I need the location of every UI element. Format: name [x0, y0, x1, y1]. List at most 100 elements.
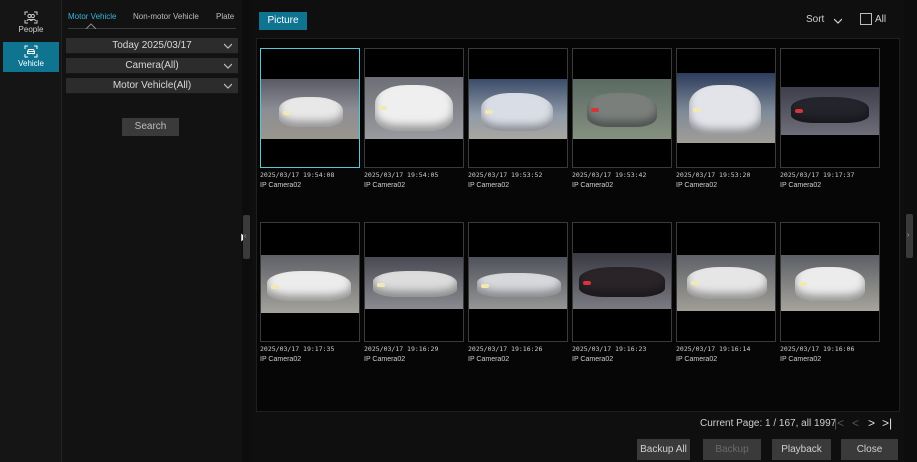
vehicle-snapshot[interactable] — [364, 48, 464, 168]
result-card[interactable]: 2025/03/17 19:17:35 IP Camera02 — [260, 222, 360, 363]
vehicle-snapshot[interactable] — [364, 222, 464, 342]
vehicle-shape — [477, 273, 561, 297]
result-card[interactable]: 2025/03/17 19:54:08 IP Camera02 — [260, 48, 360, 189]
vehicle-type-select[interactable]: Motor Vehicle(All) — [66, 78, 238, 94]
capture-time: 2025/03/17 19:53:20 — [676, 171, 751, 179]
camera-name: IP Camera02 — [572, 182, 614, 189]
capture-time: 2025/03/17 19:17:35 — [260, 345, 335, 353]
result-grid: 2025/03/17 19:54:08 IP Camera02 2025/03/17… — [256, 38, 900, 412]
result-card[interactable]: 2025/03/17 19:16:23 IP Camera02 — [572, 222, 672, 363]
results-panel: Picture Sort All 2025/03/17 19:54:08 IP C… — [252, 0, 904, 462]
vehicle-photo — [781, 87, 879, 135]
result-card[interactable]: 2025/03/17 19:16:26 IP Camera02 — [468, 222, 568, 363]
camera-name: IP Camera02 — [780, 356, 822, 363]
tab-non-motor-vehicle[interactable]: Non-motor Vehicle — [133, 12, 199, 21]
result-card[interactable]: 2025/03/17 19:54:05 IP Camera02 — [364, 48, 464, 189]
playback-button[interactable]: Playback — [772, 439, 831, 460]
next-page-button[interactable]: > — [868, 416, 875, 430]
tab-plate[interactable]: Plate — [216, 12, 234, 21]
date-select-value: Today 2025/03/17 — [112, 40, 192, 51]
capture-time: 2025/03/17 19:16:06 — [780, 345, 855, 353]
result-card[interactable]: 2025/03/17 19:53:42 IP Camera02 — [572, 48, 672, 189]
camera-name: IP Camera02 — [260, 182, 302, 189]
vehicle-light — [795, 108, 803, 113]
chevron-right-icon: › — [907, 232, 910, 239]
prev-page-button[interactable]: < — [852, 416, 859, 430]
vehicle-snapshot[interactable] — [468, 222, 568, 342]
camera-name: IP Camera02 — [676, 356, 718, 363]
vehicle-photo — [261, 79, 359, 139]
vehicle-photo — [573, 253, 671, 309]
filter-tabs: Motor Vehicle Non-motor Vehicle Plate — [62, 8, 242, 29]
capture-time: 2025/03/17 19:16:29 — [364, 345, 439, 353]
vehicle-light — [485, 110, 493, 115]
vehicle-snapshot[interactable] — [572, 222, 672, 342]
capture-time: 2025/03/17 19:17:37 — [780, 171, 855, 179]
result-card[interactable]: 2025/03/17 19:16:06 IP Camera02 — [780, 222, 880, 363]
capture-time: 2025/03/17 19:53:52 — [468, 171, 543, 179]
vehicle-snapshot[interactable] — [260, 222, 360, 342]
camera-select[interactable]: Camera(All) — [66, 58, 238, 74]
picture-view-button[interactable]: Picture — [259, 12, 307, 30]
result-card[interactable]: 2025/03/17 19:53:52 IP Camera02 — [468, 48, 568, 189]
date-select[interactable]: Today 2025/03/17 — [66, 38, 238, 54]
select-all-label: All — [875, 14, 887, 25]
capture-time: 2025/03/17 19:54:08 — [260, 171, 335, 179]
active-tab-caret-icon — [86, 23, 96, 29]
rail-item-people[interactable]: People — [3, 8, 59, 38]
backup-all-button[interactable]: Backup All — [637, 439, 690, 460]
camera-name: IP Camera02 — [676, 182, 718, 189]
vehicle-shape — [579, 267, 665, 297]
rail-item-vehicle[interactable]: Vehicle — [3, 42, 59, 72]
vehicle-light — [693, 107, 701, 112]
camera-name: IP Camera02 — [468, 182, 510, 189]
vehicle-light — [271, 284, 279, 289]
vehicle-light — [481, 283, 489, 288]
vehicle-light — [377, 282, 385, 287]
last-page-button[interactable]: >| — [882, 416, 892, 430]
camera-name: IP Camera02 — [468, 356, 510, 363]
chevron-down-icon[interactable] — [834, 18, 842, 24]
vehicle-photo — [261, 255, 359, 313]
camera-name: IP Camera02 — [780, 182, 822, 189]
backup-button[interactable]: Backup — [703, 439, 761, 460]
select-all-checkbox[interactable] — [860, 13, 872, 25]
expand-right-panel-handle[interactable]: › — [906, 214, 913, 258]
close-button[interactable]: Close — [841, 439, 898, 460]
category-rail: People Vehicle — [0, 0, 62, 462]
result-card[interactable]: 2025/03/17 19:16:14 IP Camera02 — [676, 222, 776, 363]
vehicle-light — [591, 108, 599, 113]
vehicle-snapshot[interactable] — [572, 48, 672, 168]
vehicle-snapshot[interactable] — [780, 48, 880, 168]
vehicle-snapshot[interactable] — [260, 48, 360, 168]
vehicle-photo — [365, 77, 463, 139]
vehicle-photo — [781, 255, 879, 311]
vehicle-snapshot[interactable] — [676, 48, 776, 168]
search-button[interactable]: Search — [122, 118, 179, 136]
vehicle-shape — [687, 267, 767, 299]
chevron-down-icon — [224, 83, 232, 89]
chevron-down-icon — [224, 63, 232, 69]
capture-time: 2025/03/17 19:53:42 — [572, 171, 647, 179]
camera-name: IP Camera02 — [364, 356, 406, 363]
first-page-button[interactable]: |< — [834, 416, 844, 430]
camera-name: IP Camera02 — [364, 182, 406, 189]
chevron-down-icon — [224, 43, 232, 49]
vehicle-light — [691, 281, 699, 286]
vehicle-snapshot[interactable] — [780, 222, 880, 342]
vehicle-light — [379, 105, 387, 110]
vehicle-photo — [469, 257, 567, 309]
vehicle-light — [799, 282, 807, 287]
tab-motor-vehicle[interactable]: Motor Vehicle — [68, 12, 116, 21]
result-card[interactable]: 2025/03/17 19:16:29 IP Camera02 — [364, 222, 464, 363]
vehicle-snapshot[interactable] — [468, 48, 568, 168]
vehicle-snapshot[interactable] — [676, 222, 776, 342]
camera-select-value: Camera(All) — [125, 60, 179, 71]
capture-time: 2025/03/17 19:16:14 — [676, 345, 751, 353]
vehicle-photo — [365, 257, 463, 309]
result-card[interactable]: 2025/03/17 19:53:20 IP Camera02 — [676, 48, 776, 189]
result-card[interactable]: 2025/03/17 19:17:37 IP Camera02 — [780, 48, 880, 189]
collapse-filter-handle[interactable]: ‹ — [243, 215, 250, 259]
rail-item-label: Vehicle — [18, 59, 44, 68]
sort-dropdown[interactable]: Sort — [806, 14, 824, 25]
